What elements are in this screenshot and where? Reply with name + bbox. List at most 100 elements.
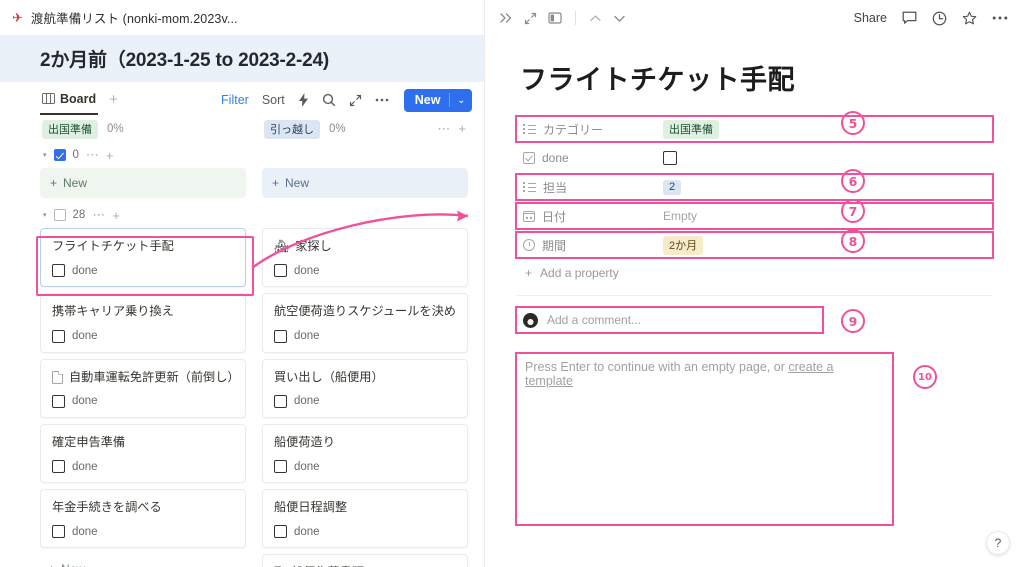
side-peek-icon[interactable] bbox=[548, 12, 562, 24]
browser-tab-title[interactable]: 渡航準備リスト (nonki-mom.2023v... bbox=[31, 8, 238, 27]
card-done-row[interactable]: done bbox=[52, 460, 234, 473]
annotation-marker-9: 9 bbox=[841, 309, 865, 333]
card-checkbox[interactable] bbox=[52, 264, 65, 278]
property-value[interactable]: 2 bbox=[663, 179, 682, 195]
group-checkbox-checked[interactable] bbox=[53, 149, 66, 161]
card-done-row[interactable]: done bbox=[52, 264, 234, 278]
card-done-row[interactable]: done bbox=[52, 394, 234, 408]
group-header-todo[interactable]: ▾ 28 ⋯ + bbox=[40, 202, 246, 228]
chevron-down-icon[interactable]: ▾ bbox=[43, 211, 47, 219]
card-done-row[interactable]: done bbox=[274, 525, 456, 539]
board-card[interactable]: 確定申告準備 done bbox=[40, 423, 246, 483]
share-button[interactable]: Share bbox=[854, 11, 887, 25]
group-header-done[interactable]: ▾ 0 ⋯ + bbox=[40, 142, 246, 168]
more-icon[interactable]: ⋯ bbox=[437, 121, 450, 137]
card-checkbox[interactable] bbox=[52, 394, 65, 408]
clock-icon[interactable] bbox=[932, 11, 947, 26]
board-card[interactable]: 船便日程調整 done bbox=[262, 489, 468, 549]
add-property-button[interactable]: + Add a property bbox=[517, 266, 992, 280]
plus-icon: + bbox=[272, 176, 280, 190]
add-card-button[interactable]: + bbox=[458, 121, 466, 137]
more-icon[interactable]: ⋯ bbox=[92, 207, 105, 223]
board-card[interactable]: 買い出し（船便用） done bbox=[262, 358, 468, 418]
card-checkbox[interactable] bbox=[274, 525, 287, 539]
new-button[interactable]: New ⌄ bbox=[403, 88, 472, 112]
column-tag[interactable]: 出国準備 bbox=[42, 119, 98, 139]
property-row-assignee[interactable]: 担当 2 bbox=[515, 173, 994, 201]
chevron-down-icon[interactable]: ⌄ bbox=[450, 95, 472, 106]
card-title: 家探し bbox=[295, 239, 332, 253]
card-done-row[interactable]: done bbox=[52, 329, 234, 343]
chevron-down-icon[interactable] bbox=[613, 14, 626, 23]
group-checkbox[interactable] bbox=[53, 209, 66, 221]
more-icon[interactable]: ⋯ bbox=[86, 147, 99, 163]
star-icon[interactable] bbox=[962, 11, 977, 26]
property-value[interactable]: 出国準備 bbox=[663, 119, 719, 139]
more-icon[interactable] bbox=[375, 98, 389, 102]
board-card[interactable]: 自動車運転免許更新（前倒し） done bbox=[40, 358, 246, 418]
card-checkbox[interactable] bbox=[274, 460, 287, 473]
property-row-duration[interactable]: 期間 2か月 bbox=[515, 231, 994, 259]
new-card-button[interactable]: + New bbox=[40, 168, 246, 198]
board-card[interactable]: 船便集荷書類 bbox=[262, 554, 468, 567]
card-checkbox[interactable] bbox=[52, 525, 65, 539]
property-value[interactable]: Empty bbox=[663, 209, 697, 223]
property-label: done bbox=[523, 151, 663, 165]
new-card-label: New bbox=[63, 176, 88, 190]
board-card[interactable]: 携帯キャリア乗り換え done bbox=[40, 293, 246, 353]
card-done-row[interactable]: done bbox=[52, 525, 234, 539]
comment-input-row[interactable]: Add a comment... bbox=[515, 306, 824, 334]
new-card-button[interactable]: + New bbox=[262, 168, 468, 198]
property-row-done[interactable]: done bbox=[517, 146, 992, 170]
more-icon[interactable] bbox=[992, 16, 1008, 20]
duration-chip[interactable]: 2か月 bbox=[663, 235, 704, 255]
card-checkbox[interactable] bbox=[52, 329, 65, 343]
add-view-button[interactable]: + bbox=[109, 91, 118, 113]
card-checkbox[interactable] bbox=[52, 460, 65, 473]
property-value[interactable] bbox=[663, 151, 677, 165]
board-card[interactable]: 船便荷造り done bbox=[262, 423, 468, 483]
chevron-up-icon[interactable] bbox=[589, 14, 602, 23]
filter-button[interactable]: Filter bbox=[221, 93, 249, 107]
card-done-row[interactable]: done bbox=[274, 264, 456, 278]
card-done-label: done bbox=[294, 395, 320, 408]
comment-input[interactable]: Add a comment... bbox=[547, 313, 641, 327]
card-done-row[interactable]: done bbox=[274, 394, 456, 408]
expand-icon[interactable] bbox=[349, 94, 362, 107]
card-done-row[interactable]: done bbox=[274, 329, 456, 343]
card-title: フライトチケット手配 bbox=[52, 239, 174, 253]
card-checkbox[interactable] bbox=[274, 394, 287, 408]
add-card-button[interactable]: + bbox=[106, 148, 114, 163]
page-body-editor[interactable]: Press Enter to continue with an empty pa… bbox=[515, 352, 894, 526]
sort-button[interactable]: Sort bbox=[262, 93, 285, 107]
add-card-button[interactable]: + bbox=[112, 208, 120, 223]
chevron-down-icon[interactable]: ▾ bbox=[43, 151, 47, 159]
card-done-row[interactable]: done bbox=[274, 460, 456, 473]
category-chip[interactable]: 出国準備 bbox=[663, 119, 719, 139]
new-card-button[interactable]: + New bbox=[40, 554, 246, 567]
help-button[interactable]: ? bbox=[986, 531, 1010, 555]
lightning-icon[interactable] bbox=[298, 93, 309, 107]
board-card[interactable]: 🏘 家探し done bbox=[262, 228, 468, 288]
search-icon[interactable] bbox=[322, 93, 336, 107]
detail-title[interactable]: フライトチケット手配 bbox=[520, 58, 992, 97]
property-value[interactable]: 2か月 bbox=[663, 235, 704, 255]
property-row-date[interactable]: 日付 Empty bbox=[515, 202, 994, 230]
assignee-chip[interactable]: 2 bbox=[663, 179, 682, 195]
add-property-label: Add a property bbox=[540, 266, 619, 280]
group-count: 0 bbox=[72, 149, 79, 161]
page-title[interactable]: 2か月前（2023-1-25 to 2023-2-24) bbox=[40, 45, 484, 72]
comment-icon[interactable] bbox=[902, 11, 917, 25]
column-tag[interactable]: 引っ越し bbox=[264, 119, 320, 139]
property-row-category[interactable]: カテゴリー 出国準備 bbox=[515, 115, 994, 143]
card-checkbox[interactable] bbox=[274, 264, 287, 278]
tab-board[interactable]: Board bbox=[40, 90, 99, 115]
board-card[interactable]: 年金手続きを調べる done bbox=[40, 489, 246, 549]
board-card[interactable]: 航空便荷造りスケジュールを決める done bbox=[262, 293, 468, 353]
card-checkbox[interactable] bbox=[274, 329, 287, 343]
expand-diagonal-icon[interactable] bbox=[524, 12, 537, 25]
board-column-shukkoku: 出国準備 0% ▾ 0 ⋯ + + New ▾ 28 ⋯ + フライトチケット手… bbox=[40, 116, 246, 567]
chevrons-right-icon[interactable] bbox=[499, 12, 513, 24]
done-checkbox[interactable] bbox=[663, 151, 677, 165]
board-card[interactable]: フライトチケット手配 done bbox=[40, 228, 246, 288]
